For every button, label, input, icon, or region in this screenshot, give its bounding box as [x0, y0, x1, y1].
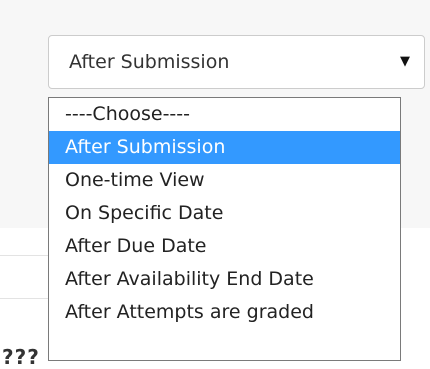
option-choose[interactable]: ----Choose---- [49, 98, 400, 131]
option-after-attempts-graded[interactable]: After Attempts are graded [49, 296, 400, 329]
row-divider [0, 255, 48, 256]
option-one-time-view[interactable]: One-time View [49, 164, 400, 197]
option-on-specific-date[interactable]: On Specific Date [49, 197, 400, 230]
background-cutoff-text: ??? [2, 345, 40, 369]
select-current-value: After Submission [69, 51, 230, 73]
release-option-select[interactable]: After Submission ▼ [48, 35, 425, 89]
release-option-dropdown[interactable]: ----Choose---- After Submission One-time… [48, 97, 401, 361]
option-after-due-date[interactable]: After Due Date [49, 230, 400, 263]
row-divider [0, 298, 48, 299]
option-after-availability-end-date[interactable]: After Availability End Date [49, 263, 400, 296]
caret-down-icon[interactable]: ▼ [400, 36, 410, 88]
option-after-submission[interactable]: After Submission [49, 131, 400, 164]
